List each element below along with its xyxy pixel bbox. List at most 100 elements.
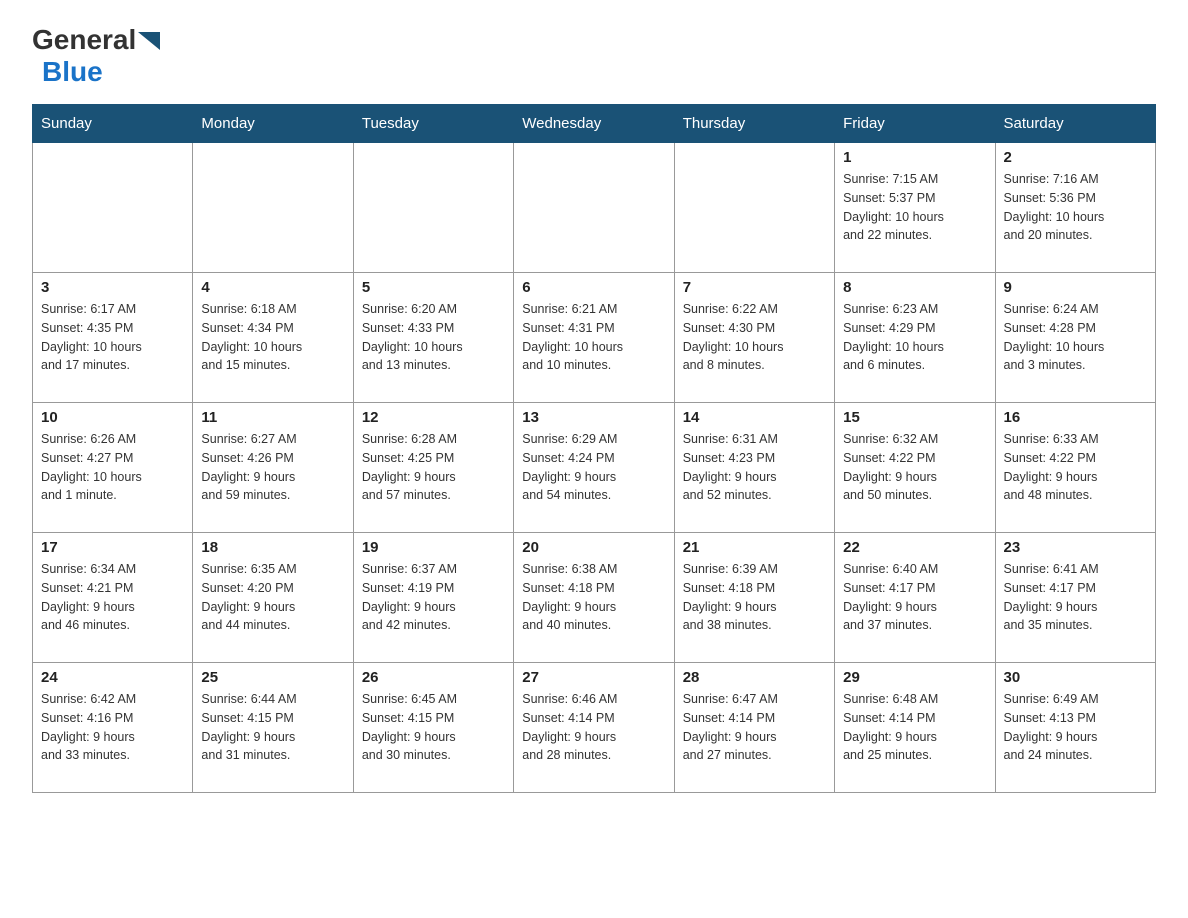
day-number: 16 — [1004, 409, 1147, 426]
calendar-cell: 9 Sunrise: 6:24 AMSunset: 4:28 PMDaylight… — [995, 273, 1155, 403]
calendar-cell: 16 Sunrise: 6:33 AMSunset: 4:22 PMDayligh… — [995, 403, 1155, 533]
logo-arrow-icon — [138, 32, 160, 50]
calendar-week-row: 24 Sunrise: 6:42 AMSunset: 4:16 PMDayligh… — [33, 663, 1156, 793]
calendar-cell: 27 Sunrise: 6:46 AMSunset: 4:14 PMDayligh… — [514, 663, 674, 793]
day-number: 19 — [362, 539, 505, 556]
calendar-week-row: 1 Sunrise: 7:15 AMSunset: 5:37 PMDaylight… — [33, 143, 1156, 273]
day-number: 26 — [362, 669, 505, 686]
day-header-monday: Monday — [193, 105, 353, 143]
day-info: Sunrise: 6:49 AMSunset: 4:13 PMDaylight:… — [1004, 690, 1147, 765]
day-number: 7 — [683, 279, 826, 296]
day-info: Sunrise: 6:38 AMSunset: 4:18 PMDaylight:… — [522, 560, 665, 635]
calendar-cell: 3 Sunrise: 6:17 AMSunset: 4:35 PMDaylight… — [33, 273, 193, 403]
calendar-cell: 17 Sunrise: 6:34 AMSunset: 4:21 PMDayligh… — [33, 533, 193, 663]
day-info: Sunrise: 6:39 AMSunset: 4:18 PMDaylight:… — [683, 560, 826, 635]
day-number: 15 — [843, 409, 986, 426]
calendar-cell: 29 Sunrise: 6:48 AMSunset: 4:14 PMDayligh… — [835, 663, 995, 793]
day-info: Sunrise: 6:37 AMSunset: 4:19 PMDaylight:… — [362, 560, 505, 635]
day-info: Sunrise: 6:17 AMSunset: 4:35 PMDaylight:… — [41, 300, 184, 375]
day-info: Sunrise: 6:18 AMSunset: 4:34 PMDaylight:… — [201, 300, 344, 375]
day-number: 18 — [201, 539, 344, 556]
calendar-cell: 15 Sunrise: 6:32 AMSunset: 4:22 PMDayligh… — [835, 403, 995, 533]
calendar-cell: 24 Sunrise: 6:42 AMSunset: 4:16 PMDayligh… — [33, 663, 193, 793]
calendar-cell: 18 Sunrise: 6:35 AMSunset: 4:20 PMDayligh… — [193, 533, 353, 663]
calendar-cell: 6Sunrise: 6:21 AMSunset: 4:31 PMDaylight… — [514, 273, 674, 403]
calendar-cell — [353, 143, 513, 273]
day-info: Sunrise: 6:24 AMSunset: 4:28 PMDaylight:… — [1004, 300, 1147, 375]
logo-blue-text: Blue — [42, 56, 103, 87]
day-info: Sunrise: 6:48 AMSunset: 4:14 PMDaylight:… — [843, 690, 986, 765]
day-number: 14 — [683, 409, 826, 426]
day-info: Sunrise: 6:46 AMSunset: 4:14 PMDaylight:… — [522, 690, 665, 765]
calendar-cell: 5 Sunrise: 6:20 AMSunset: 4:33 PMDaylight… — [353, 273, 513, 403]
calendar-cell — [193, 143, 353, 273]
calendar-cell: 20 Sunrise: 6:38 AMSunset: 4:18 PMDayligh… — [514, 533, 674, 663]
calendar-cell: 11 Sunrise: 6:27 AMSunset: 4:26 PMDayligh… — [193, 403, 353, 533]
header: General Blue — [32, 24, 1156, 88]
day-header-wednesday: Wednesday — [514, 105, 674, 143]
day-info: Sunrise: 6:20 AMSunset: 4:33 PMDaylight:… — [362, 300, 505, 375]
day-info: Sunrise: 6:26 AMSunset: 4:27 PMDaylight:… — [41, 430, 184, 505]
day-number: 25 — [201, 669, 344, 686]
day-info: Sunrise: 6:22 AMSunset: 4:30 PMDaylight:… — [683, 300, 826, 375]
day-number: 5 — [362, 279, 505, 296]
day-number: 2 — [1004, 149, 1147, 166]
day-info: Sunrise: 6:45 AMSunset: 4:15 PMDaylight:… — [362, 690, 505, 765]
calendar-week-row: 10 Sunrise: 6:26 AMSunset: 4:27 PMDayligh… — [33, 403, 1156, 533]
day-number: 11 — [201, 409, 344, 426]
day-header-thursday: Thursday — [674, 105, 834, 143]
day-number: 20 — [522, 539, 665, 556]
day-header-tuesday: Tuesday — [353, 105, 513, 143]
calendar-cell: 30 Sunrise: 6:49 AMSunset: 4:13 PMDayligh… — [995, 663, 1155, 793]
calendar-cell: 23Sunrise: 6:41 AMSunset: 4:17 PMDayligh… — [995, 533, 1155, 663]
day-number: 9 — [1004, 279, 1147, 296]
logo-general-text: General — [32, 24, 136, 56]
calendar-cell: 8Sunrise: 6:23 AMSunset: 4:29 PMDaylight… — [835, 273, 995, 403]
day-header-friday: Friday — [835, 105, 995, 143]
day-info: Sunrise: 6:33 AMSunset: 4:22 PMDaylight:… — [1004, 430, 1147, 505]
calendar-cell — [514, 143, 674, 273]
day-info: Sunrise: 6:32 AMSunset: 4:22 PMDaylight:… — [843, 430, 986, 505]
day-info: Sunrise: 6:40 AMSunset: 4:17 PMDaylight:… — [843, 560, 986, 635]
calendar-cell: 13Sunrise: 6:29 AMSunset: 4:24 PMDayligh… — [514, 403, 674, 533]
calendar-week-row: 3 Sunrise: 6:17 AMSunset: 4:35 PMDaylight… — [33, 273, 1156, 403]
day-number: 1 — [843, 149, 986, 166]
day-info: Sunrise: 6:35 AMSunset: 4:20 PMDaylight:… — [201, 560, 344, 635]
day-info: Sunrise: 6:31 AMSunset: 4:23 PMDaylight:… — [683, 430, 826, 505]
day-number: 30 — [1004, 669, 1147, 686]
day-number: 24 — [41, 669, 184, 686]
day-number: 23 — [1004, 539, 1147, 556]
day-number: 4 — [201, 279, 344, 296]
day-number: 10 — [41, 409, 184, 426]
calendar-cell: 26 Sunrise: 6:45 AMSunset: 4:15 PMDayligh… — [353, 663, 513, 793]
calendar-cell: 1 Sunrise: 7:15 AMSunset: 5:37 PMDaylight… — [835, 143, 995, 273]
day-info: Sunrise: 6:27 AMSunset: 4:26 PMDaylight:… — [201, 430, 344, 505]
day-info: Sunrise: 6:23 AMSunset: 4:29 PMDaylight:… — [843, 300, 986, 375]
day-number: 17 — [41, 539, 184, 556]
day-info: Sunrise: 6:29 AMSunset: 4:24 PMDaylight:… — [522, 430, 665, 505]
day-info: Sunrise: 6:47 AMSunset: 4:14 PMDaylight:… — [683, 690, 826, 765]
day-header-sunday: Sunday — [33, 105, 193, 143]
day-info: Sunrise: 6:44 AMSunset: 4:15 PMDaylight:… — [201, 690, 344, 765]
day-number: 27 — [522, 669, 665, 686]
day-info: Sunrise: 6:21 AMSunset: 4:31 PMDaylight:… — [522, 300, 665, 375]
day-info: Sunrise: 7:16 AMSunset: 5:36 PMDaylight:… — [1004, 170, 1147, 245]
calendar-cell: 19 Sunrise: 6:37 AMSunset: 4:19 PMDayligh… — [353, 533, 513, 663]
calendar-cell: 10 Sunrise: 6:26 AMSunset: 4:27 PMDayligh… — [33, 403, 193, 533]
day-number: 28 — [683, 669, 826, 686]
calendar-cell: 12Sunrise: 6:28 AMSunset: 4:25 PMDayligh… — [353, 403, 513, 533]
calendar-cell: 14 Sunrise: 6:31 AMSunset: 4:23 PMDayligh… — [674, 403, 834, 533]
day-number: 3 — [41, 279, 184, 296]
calendar-cell — [674, 143, 834, 273]
day-info: Sunrise: 6:42 AMSunset: 4:16 PMDaylight:… — [41, 690, 184, 765]
calendar-cell: 7 Sunrise: 6:22 AMSunset: 4:30 PMDaylight… — [674, 273, 834, 403]
calendar-cell — [33, 143, 193, 273]
calendar-cell: 2 Sunrise: 7:16 AMSunset: 5:36 PMDaylight… — [995, 143, 1155, 273]
day-info: Sunrise: 7:15 AMSunset: 5:37 PMDaylight:… — [843, 170, 986, 245]
day-header-saturday: Saturday — [995, 105, 1155, 143]
day-number: 29 — [843, 669, 986, 686]
day-info: Sunrise: 6:34 AMSunset: 4:21 PMDaylight:… — [41, 560, 184, 635]
logo: General Blue — [32, 24, 160, 88]
day-info: Sunrise: 6:28 AMSunset: 4:25 PMDaylight:… — [362, 430, 505, 505]
calendar-cell: 22Sunrise: 6:40 AMSunset: 4:17 PMDayligh… — [835, 533, 995, 663]
